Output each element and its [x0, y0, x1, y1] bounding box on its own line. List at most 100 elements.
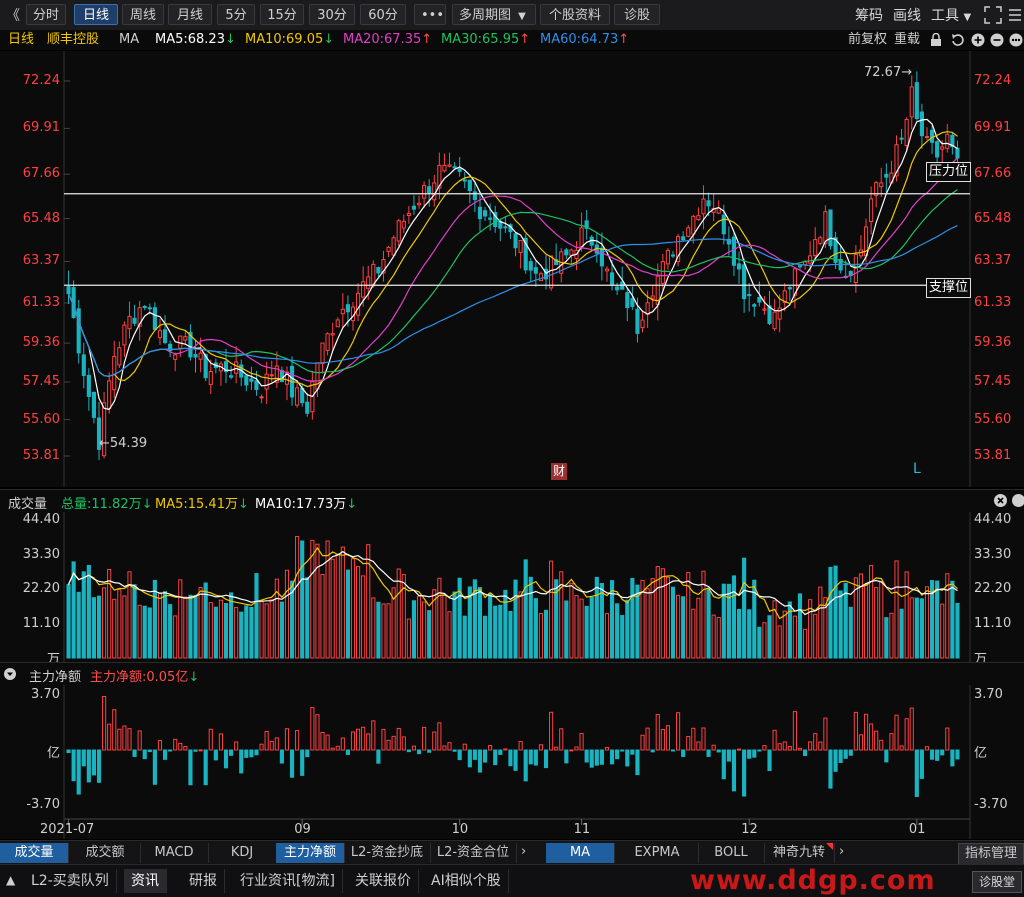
volume-bar — [437, 577, 442, 659]
volume-bar — [711, 614, 716, 659]
volume-bar — [422, 601, 427, 659]
volume-bar — [782, 610, 787, 659]
price-chart[interactable] — [0, 51, 1024, 487]
price-axis-label-right: 67.66 — [974, 166, 1012, 182]
reload-button[interactable]: 重载 — [894, 30, 920, 50]
tab-ma[interactable]: MA — [546, 843, 615, 863]
tab-turnover[interactable]: 成交额 — [70, 843, 141, 863]
netflow-chart[interactable] — [0, 685, 1024, 839]
netflow-bar — [142, 749, 147, 760]
volume-bar — [259, 600, 264, 659]
volume-bar — [924, 586, 930, 659]
volume-bar — [676, 594, 681, 659]
tab-l2-queue[interactable]: L2-买卖队列 — [24, 869, 117, 893]
candle-body — [249, 378, 254, 382]
candle-body — [488, 217, 493, 220]
period-button-30min[interactable]: 30分 — [309, 4, 355, 25]
more-periods-button[interactable]: ••• — [414, 4, 446, 25]
tab-industry-news[interactable]: 行业资讯[物流] — [233, 869, 343, 893]
tab-volume[interactable]: 成交量 — [0, 843, 69, 863]
support-label: 支撑位 — [926, 278, 972, 298]
tab-news[interactable]: 资讯 — [124, 869, 167, 893]
volume-bar — [528, 576, 533, 659]
indicator-name[interactable]: MA — [119, 30, 139, 50]
chips-button[interactable]: 筹码 — [855, 5, 883, 25]
netflow-bar — [320, 731, 325, 751]
candle-body — [411, 205, 417, 210]
price-panel[interactable]: 72.67→ ←54.39 压力位 支撑位 财 L 72.24 72.24 69.9… — [0, 51, 1024, 487]
netflow-bar — [630, 749, 635, 755]
price-axis-label-right: 55.60 — [974, 411, 1012, 427]
multi-period-dropdown[interactable]: 多周期图 ▼ — [452, 4, 536, 25]
stock-diagnose-button[interactable]: 诊股堂 — [972, 871, 1022, 893]
settings-icon[interactable] — [1007, 6, 1023, 24]
netflow-bar — [274, 737, 279, 751]
volume-bar — [335, 553, 340, 659]
volume-panel[interactable]: 成交量 总量:11.82万↓ MA5:15.41万↓ MA10:17.73万↓ … — [0, 489, 1024, 667]
stock-profile-button[interactable]: 个股资料 — [540, 4, 610, 25]
volume-bar — [477, 587, 483, 659]
candle-body — [635, 308, 640, 334]
tab-kdj[interactable]: KDJ — [208, 843, 277, 863]
period-button-5min[interactable]: 5分 — [217, 4, 255, 25]
netflow-bar — [564, 749, 569, 764]
candle-body — [630, 298, 635, 307]
tab-main-netflow[interactable]: 主力净额 — [276, 843, 345, 863]
candle-body — [208, 371, 213, 385]
volume-bar — [950, 580, 955, 659]
collapse-left-icon[interactable]: 《 — [6, 5, 20, 25]
candle-body — [335, 319, 340, 328]
tab-macd[interactable]: MACD — [140, 843, 209, 863]
candle-body — [528, 261, 533, 271]
volume-bar — [955, 602, 960, 659]
period-button-timeshare[interactable]: 分时 — [26, 4, 66, 25]
period-button-weekly[interactable]: 周线 — [122, 4, 164, 25]
chevron-right-icon[interactable]: › — [521, 844, 526, 859]
diagnose-button[interactable]: 诊股 — [614, 4, 660, 25]
candle-body — [721, 214, 726, 235]
collapse-panel-icon[interactable] — [4, 668, 16, 680]
level-badge[interactable]: L — [913, 461, 921, 477]
tab-boll[interactable]: BOLL — [698, 843, 765, 863]
netflow-panel[interactable]: 主力净额 主力净额:0.05亿↓ 3.70 3.70 亿 亿 -3.70 -3.70 202… — [0, 662, 1024, 839]
tab-magic-nine[interactable]: 神奇九转 — [764, 843, 835, 863]
period-button-15min[interactable]: 15分 — [260, 4, 304, 25]
indicator-management-button[interactable]: 指标管理 — [958, 843, 1024, 865]
expand-up-icon[interactable]: ▲ — [6, 873, 15, 887]
close-panel-icon[interactable] — [994, 494, 1007, 507]
netflow-bar — [838, 749, 843, 763]
period-button-60min[interactable]: 60分 — [360, 4, 406, 25]
tools-menu[interactable]: 工具 ▼ — [931, 5, 971, 25]
netflow-bar — [162, 749, 168, 760]
netflow-bar — [945, 727, 950, 751]
adjust-price-button[interactable]: 前复权 — [848, 30, 887, 50]
volume-bar — [564, 600, 569, 659]
chevron-right-icon[interactable]: › — [839, 844, 844, 859]
tab-l2-fund-position[interactable]: L2-资金合位 — [430, 843, 517, 863]
volume-bar — [584, 605, 589, 659]
volume-bar — [310, 539, 315, 659]
arrow-up-icon: ↑ — [421, 32, 433, 47]
volume-chart[interactable] — [0, 512, 1024, 662]
candle-body — [645, 302, 650, 315]
volume-bar — [706, 588, 711, 659]
tab-expma[interactable]: EXPMA — [616, 843, 699, 863]
netflow-header: 主力净额 主力净额:0.05亿↓ — [0, 663, 1024, 685]
candle-body — [117, 347, 122, 366]
volume-bar — [208, 602, 213, 659]
candle-body — [66, 286, 71, 295]
netflow-bar — [843, 749, 848, 759]
period-button-daily[interactable]: 日线 — [74, 4, 118, 25]
fullscreen-icon[interactable] — [984, 6, 1002, 24]
period-button-monthly[interactable]: 月线 — [168, 4, 212, 25]
earnings-badge[interactable]: 财 — [551, 463, 567, 480]
tab-ai-similar[interactable]: AI相似个股 — [424, 869, 509, 893]
candle-body — [777, 307, 782, 320]
draw-line-button[interactable]: 画线 — [893, 5, 921, 25]
netflow-axis-label-left: 3.70 — [31, 687, 60, 702]
tab-related-quotes[interactable]: 关联报价 — [348, 869, 419, 893]
candle-body — [122, 324, 127, 346]
tab-l2-bottom-fund[interactable]: L2-资金抄底 — [344, 843, 431, 863]
panel-menu-icon[interactable] — [1012, 494, 1024, 507]
tab-research[interactable]: 研报 — [182, 869, 225, 893]
